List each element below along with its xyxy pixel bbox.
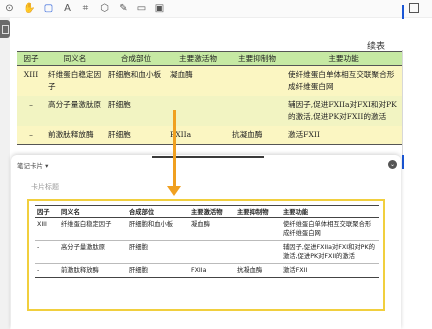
collapse-icon[interactable]: ⌄ [388,160,397,169]
doc-header-cell: 主要功能 [285,51,402,66]
card-table-header: 因子 同义名 合成部位 主要激活物 主要抑制物 主要功能 [35,205,379,218]
card-header-cell: 主要抑制物 [235,205,281,218]
document-table: 因子 同义名 合成部位 主要激活物 主要抑制物 主要功能 XIII 纤维蛋白稳定… [17,51,402,145]
card-table-row: XIII 纤维蛋白稳定因子 肝细胞和血小板 凝血酶 使纤维蛋白单体相互交联聚合形… [35,218,379,241]
note-icon[interactable]: ▭ [136,3,147,14]
table-cell: – [17,96,45,126]
card-cell: - [35,263,59,278]
card-cell: FXIIa [189,263,235,278]
card-title-input[interactable]: 卡片标题 [31,182,59,192]
annotation-arrow [173,110,176,190]
card-cell: 使纤维蛋白单体相互交联聚合形成纤维蛋白网 [283,221,372,237]
card-cell: 高分子量激肽原 [59,240,127,264]
card-header-cell: 同义名 [59,205,127,218]
toolbar: ⊙ ✋ ▢ A ⌗ ⬡ ✎ ▭ ▣ [0,0,432,18]
table-cell: XIII [17,65,45,96]
table-cell [229,65,285,96]
doc-header-cell: 同义名 [45,51,105,66]
table-cell: FXIIa [167,126,229,145]
table-cell: 肝细胞 [105,96,167,126]
table-cell: 肝细胞和血小板 [105,65,167,96]
table-cell: 激活FXII [285,126,402,145]
card-cell: 前激肽释放酶 [59,263,127,278]
scroll-marker-top [402,5,404,19]
note-card-menu[interactable]: 笔记卡片 ▾ [17,160,48,170]
card-table-row: - 前激肽释放酶 肝细胞 FXIIa 抗凝血酶 激活FXII [35,263,379,278]
doc-header-cell: 主要抑制物 [229,51,285,66]
card-table: 因子 同义名 合成部位 主要激活物 主要抑制物 主要功能 XIII 纤维蛋白稳定… [35,205,379,278]
card-header-cell: 主要激活物 [189,205,235,218]
zoom-fit-icon[interactable]: ⊙ [4,3,15,14]
lasso-icon[interactable]: ⬡ [99,3,110,14]
card-cell [189,240,235,264]
card-cell: 肝细胞 [127,263,189,278]
table-row: – 高分子量激肽原 肝细胞 辅因子,促进FXIIa对FXI和对PK的激活,促进P… [17,96,402,126]
card-header-cell: 主要功能 [281,205,379,218]
note-card-panel: 笔记卡片 ▾ ⌄ 卡片标题 因子 同义名 合成部位 主要激活物 主要抑制物 主要… [11,155,401,329]
doc-table-header: 因子 同义名 合成部位 主要激活物 主要抑制物 主要功能 [17,51,402,66]
text-icon[interactable]: A [62,3,73,14]
note-card[interactable]: 因子 同义名 合成部位 主要激活物 主要抑制物 主要功能 XIII 纤维蛋白稳定… [27,199,385,311]
card-table-row: - 高分子量激肽原 肝细胞 辅因子,促进FXIIa对FXI和对PK的激活,促进P… [35,240,379,264]
table-row: XIII 纤维蛋白稳定因子 肝细胞和血小板 凝血酶 使纤维蛋白单体相互交联聚合形… [17,65,402,96]
left-gutter [0,18,10,329]
doc-header-cell: 主要激活物 [167,51,229,66]
table-cell [229,96,285,126]
card-cell: 辅因子,促进FXIIa对FXI和对PK的激活,促进PK对FXII的激活 [281,240,379,264]
doc-header-cell: 因子 [17,51,45,66]
table-cell: 前激肽释放酶 [45,126,105,145]
table-cell: 纤维蛋白稳定因子 [45,65,105,96]
table-cell: – [17,126,45,145]
table-cell: 高分子量激肽原 [45,96,105,126]
pen-icon[interactable]: ✎ [118,3,129,14]
card-cell [235,240,281,264]
window-icon[interactable] [409,3,419,13]
card-cell: 凝血酶 [191,221,210,228]
card-cell: 肝细胞和血小板 [129,221,174,228]
scroll-marker-bottom [402,155,404,169]
image-icon[interactable]: ▣ [154,3,165,14]
arrow-head-icon [167,186,181,196]
card-header-cell: 因子 [35,205,59,218]
scroll-track [402,50,403,155]
card-cell: 抗凝血酶 [235,263,281,278]
sidebar-toggle-icon[interactable] [0,20,10,38]
card-header-cell: 合成部位 [127,205,189,218]
table-cell: 使纤维蛋白单体相互交联聚合形成纤维蛋白网 [285,65,402,96]
table-cell [167,96,229,126]
card-cell: 激活FXII [281,263,379,278]
doc-header-cell: 合成部位 [105,51,167,66]
table-cell: 抗凝血酶 [229,126,285,145]
table-cell: 肝细胞 [105,126,167,145]
hand-icon[interactable]: ✋ [23,3,35,14]
card-cell: XIII [37,221,47,228]
panel-drag-handle[interactable] [152,156,264,158]
card-cell: - [35,240,59,264]
card-cell [235,218,281,241]
table-cell: 凝血酶 [167,65,229,96]
select-box-icon[interactable]: ▢ [43,3,54,14]
card-cell: 肝细胞 [127,240,189,264]
crop-icon[interactable]: ⌗ [80,3,91,14]
card-cell: 纤维蛋白稳定因子 [61,221,112,228]
table-cell: 辅因子,促进FXIIa对FXI和对PK的激活,促进PK对FXII的激活 [285,96,402,126]
table-row: – 前激肽释放酶 肝细胞 FXIIa 抗凝血酶 激活FXII [17,126,402,145]
